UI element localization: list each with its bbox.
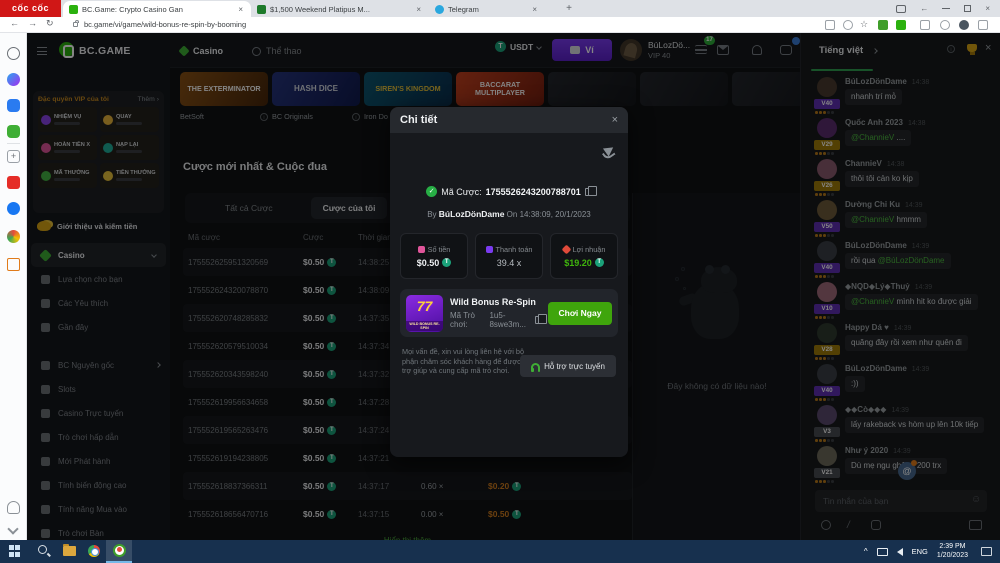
verified-check-icon: ✓ — [426, 186, 437, 197]
cart-icon[interactable] — [7, 258, 20, 271]
browser-tab[interactable]: Telegram × — [429, 1, 545, 17]
stat-profit: Lợi nhuận $19.20T — [550, 233, 618, 279]
youtube-icon[interactable] — [7, 176, 20, 189]
copy-icon[interactable] — [535, 316, 541, 324]
bookmark-star-icon[interactable]: ☆ — [860, 19, 868, 30]
tab-title: $1,500 Weekend Platipus M... — [270, 5, 410, 14]
usdt-coin-icon: T — [442, 258, 451, 267]
game-name: Wild Bonus Re-Spin — [450, 297, 541, 307]
tray-caret-icon[interactable]: ^ — [864, 547, 868, 556]
extensions-puzzle-icon[interactable] — [920, 20, 930, 30]
player-name[interactable]: BúLozDönDame — [439, 209, 505, 219]
browser-tab-strip: BC.Game: Crypto Casino Gan×$1,500 Weeken… — [63, 1, 545, 17]
forward-icon[interactable]: → — [28, 18, 37, 28]
coccoc-side-rail: + — [0, 33, 27, 540]
share-forward-icon[interactable] — [603, 143, 616, 156]
ssl-lock-icon[interactable] — [73, 22, 78, 27]
chrome-icon[interactable] — [88, 545, 100, 557]
coccoc-store-icon[interactable] — [7, 230, 20, 243]
share-icon[interactable] — [843, 20, 853, 30]
add-app-icon[interactable]: + — [7, 150, 20, 163]
promo-favicon — [257, 5, 266, 14]
headphone-icon — [531, 363, 540, 369]
bet-details-modal: Chi tiết × ✓ Mã Cược: 175552624320078870… — [390, 107, 628, 457]
browser-avatar-icon[interactable] — [959, 20, 969, 30]
game-card: 77 WILD BONUS RE-SPIN Wild Bonus Re-Spin… — [400, 289, 618, 337]
browser-tab[interactable]: $1,500 Weekend Platipus M... × — [251, 1, 429, 17]
action-center-icon[interactable] — [981, 547, 992, 556]
facebook-icon[interactable] — [7, 202, 20, 215]
profit-icon — [561, 244, 571, 254]
browser-toolbar: ← → ↻ bc.game/vi/game/wild-bonus-re-spin… — [0, 17, 1000, 33]
back-icon[interactable]: ← — [10, 18, 19, 28]
taskbar-search-icon[interactable] — [38, 545, 47, 554]
tab-close-icon[interactable]: × — [236, 5, 245, 14]
amount-icon — [418, 246, 425, 253]
speaker-icon[interactable] — [897, 548, 903, 556]
coccoc-shield-icon[interactable] — [878, 20, 888, 30]
bet-id-value: 1755526243200788701 — [486, 187, 581, 197]
taskbar-clock[interactable]: 2:39 PM 1/20/2023 — [937, 543, 968, 560]
notification-bell-icon[interactable] — [7, 501, 20, 514]
windows-taskbar: ^ ENG 2:39 PM 1/20/2023 — [0, 540, 1000, 563]
maximize-button[interactable] — [964, 5, 971, 12]
reload-icon[interactable]: ↻ — [46, 18, 54, 29]
start-button[interactable] — [9, 545, 21, 557]
modal-body: ✓ Mã Cược: 1755526243200788701 By BúLozD… — [390, 133, 628, 457]
live-support-button[interactable]: Hỗ trợ trực tuyến — [520, 355, 616, 377]
tab-close-icon[interactable]: × — [414, 5, 423, 14]
rail-divider — [7, 143, 20, 144]
bcgame-favicon — [69, 5, 78, 14]
tab-title: Telegram — [448, 5, 526, 14]
system-tray: ^ ENG 2:39 PM 1/20/2023 — [864, 540, 1000, 563]
network-icon[interactable] — [877, 548, 888, 556]
browser-tab[interactable]: BC.Game: Crypto Casino Gan × — [63, 1, 251, 17]
modal-close-icon[interactable]: × — [612, 114, 618, 126]
download-manager-icon[interactable] — [896, 20, 906, 30]
help-text: Mọi vấn đề, xin vui lòng liên hệ với bộ … — [402, 347, 524, 376]
bet-stats: Số tiền $0.50T Thanh toán 39.4 x Lợi nhu… — [400, 233, 618, 279]
window-controls: ← × — [896, 0, 1000, 17]
messenger-icon[interactable] — [7, 73, 20, 86]
payout-icon — [486, 246, 493, 253]
modal-title: Chi tiết — [400, 114, 437, 126]
bet-datetime: 14:38:09, 20/1/2023 — [520, 210, 591, 219]
screen: cốc cốc BC.Game: Crypto Casino Gan×$1,50… — [0, 0, 1000, 563]
back-pin-icon[interactable]: ← — [920, 0, 928, 17]
minimize-button[interactable] — [942, 8, 950, 9]
gamepad-icon[interactable] — [7, 125, 20, 138]
bet-id-line: ✓ Mã Cược: 1755526243200788701 — [390, 186, 628, 197]
telegram-favicon — [435, 5, 444, 14]
tab-search-icon[interactable] — [896, 5, 906, 13]
downloads-tray-icon[interactable] — [978, 20, 988, 30]
download-plus-icon[interactable] — [825, 20, 835, 30]
address-bar[interactable]: bc.game/vi/game/wild-bonus-re-spin-by-bo… — [84, 19, 246, 31]
coccoc-brand-logo[interactable]: cốc cốc — [0, 0, 61, 17]
profile-people-icon[interactable] — [940, 20, 950, 30]
file-explorer-icon[interactable] — [63, 546, 76, 556]
zalo-icon[interactable] — [7, 99, 20, 112]
coccoc-taskbar-icon[interactable] — [113, 544, 126, 557]
copy-icon[interactable] — [585, 188, 592, 196]
game-thumbnail[interactable]: 77 WILD BONUS RE-SPIN — [406, 295, 443, 332]
tab-close-icon[interactable]: × — [530, 5, 539, 14]
browser-tab-strip-bar: cốc cốc BC.Game: Crypto Casino Gan×$1,50… — [0, 0, 1000, 17]
collapse-chevron-icon[interactable] — [7, 523, 18, 534]
usdt-coin-icon: T — [595, 258, 604, 267]
stat-payout: Thanh toán 39.4 x — [475, 233, 543, 279]
game-code: 1u5-8swe3m... — [489, 311, 531, 329]
language-indicator[interactable]: ENG — [912, 547, 928, 556]
new-tab-button[interactable]: + — [562, 2, 576, 16]
tab-title: BC.Game: Crypto Casino Gan — [82, 5, 232, 14]
bet-id-label: Mã Cược: — [441, 187, 481, 197]
bet-byline: By BúLozDönDame On 14:38:09, 20/1/2023 — [390, 209, 628, 219]
modal-header: Chi tiết × — [390, 107, 628, 133]
close-button[interactable]: × — [985, 0, 990, 17]
play-now-button[interactable]: Chơi Ngay — [548, 302, 612, 325]
stat-amount: Số tiền $0.50T — [400, 233, 468, 279]
history-clock-icon[interactable] — [7, 47, 20, 60]
